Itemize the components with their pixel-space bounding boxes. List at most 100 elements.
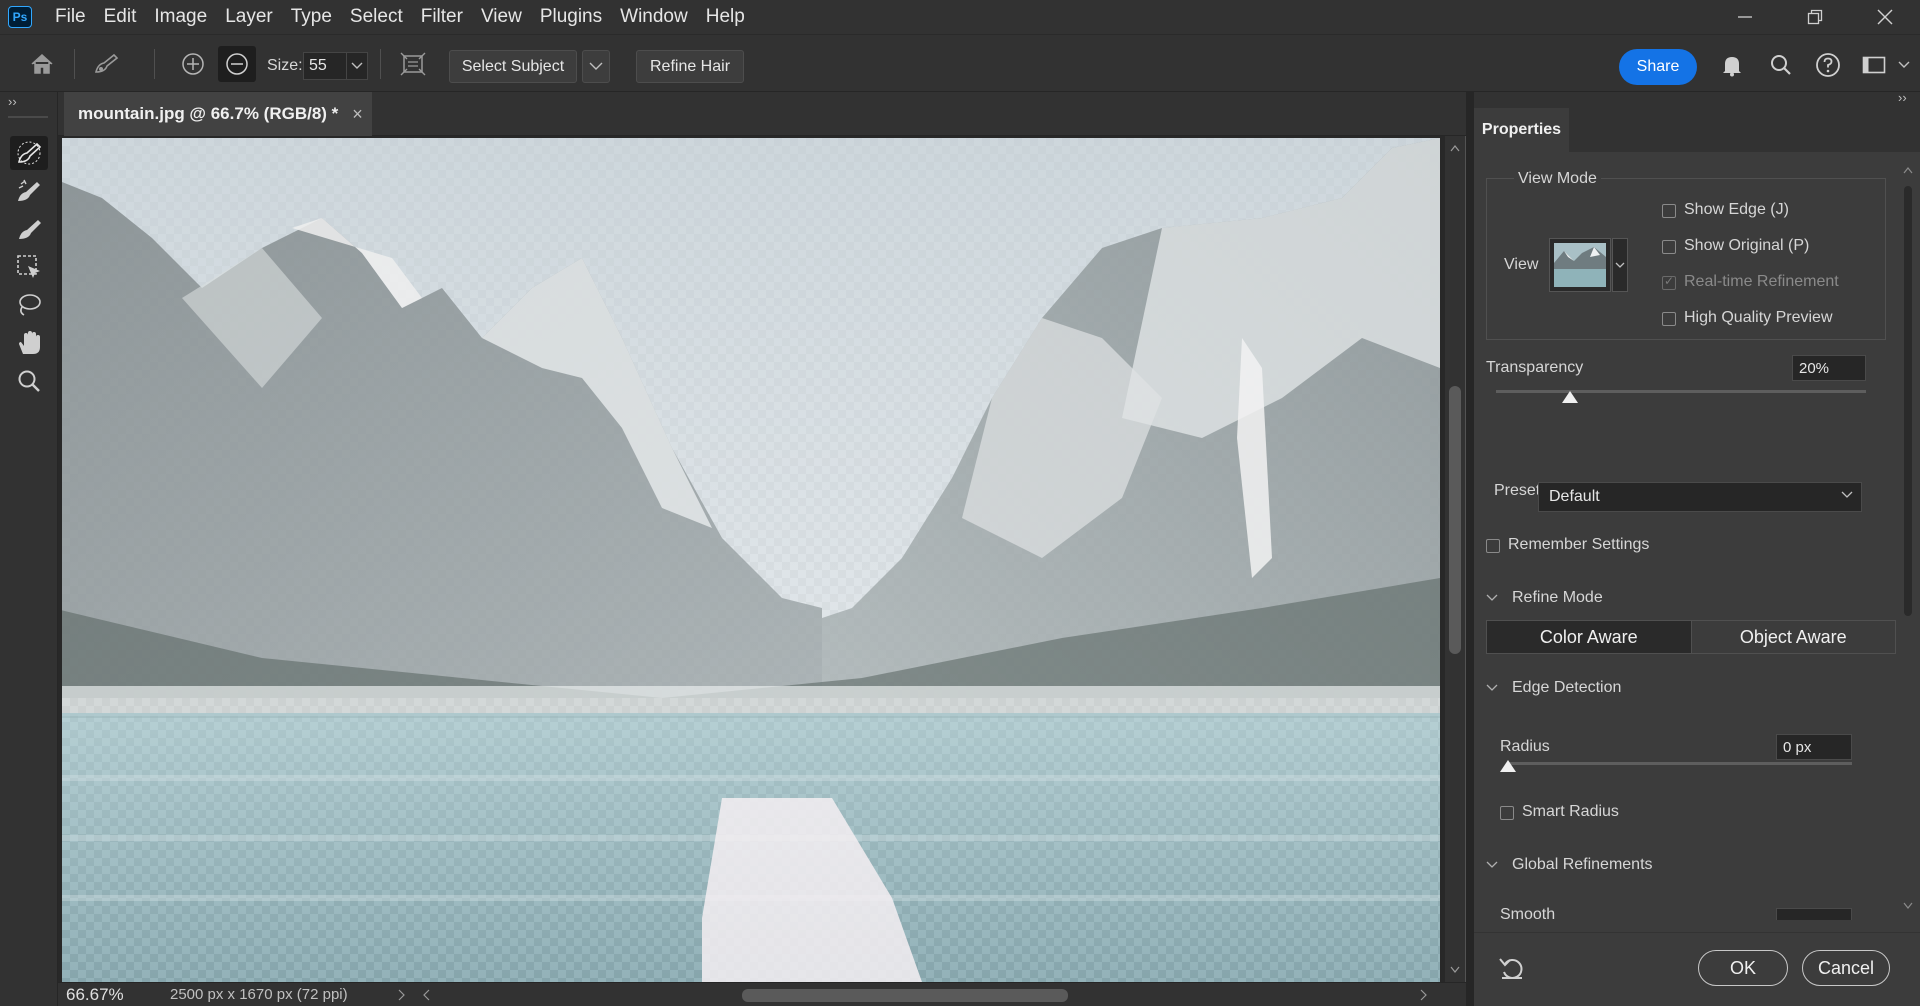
menu-view[interactable]: View — [472, 0, 531, 34]
quick-selection-brush-icon — [94, 53, 119, 73]
reset-button[interactable] — [1496, 953, 1528, 983]
refine-mode-toggle: Color Aware Object Aware — [1486, 620, 1896, 654]
close-window-button[interactable] — [1850, 0, 1920, 34]
menu-help[interactable]: Help — [697, 0, 754, 34]
radius-slider-thumb[interactable] — [1500, 760, 1516, 772]
edge-detection-section-header[interactable]: Edge Detection — [1486, 679, 1621, 697]
show-edge-checkbox[interactable] — [1662, 204, 1676, 218]
preset-select[interactable]: Default — [1538, 482, 1862, 512]
scroll-down-arrow-icon[interactable] — [1450, 966, 1460, 974]
transparency-slider-track[interactable] — [1496, 390, 1866, 393]
show-edge-label: Show Edge (J) — [1684, 201, 1789, 218]
menu-file[interactable]: File — [46, 0, 95, 34]
menu-edit[interactable]: Edit — [95, 0, 146, 34]
collapse-panel-icon[interactable]: ›› — [1898, 90, 1907, 105]
menu-type[interactable]: Type — [282, 0, 341, 34]
tool-object-selection[interactable] — [10, 250, 48, 284]
chevron-right-icon[interactable] — [398, 989, 406, 1001]
close-tab-icon[interactable]: × — [352, 104, 363, 125]
show-original-checkbox[interactable] — [1662, 240, 1676, 254]
tool-hand[interactable] — [10, 326, 48, 360]
sample-all-layers-button[interactable] — [396, 48, 430, 80]
remember-settings-checkbox[interactable] — [1486, 539, 1500, 553]
select-subject-button[interactable]: Select Subject — [449, 50, 577, 83]
size-dropdown-button[interactable] — [346, 52, 368, 80]
view-mode-preview[interactable] — [1549, 238, 1611, 292]
scroll-up-arrow-icon[interactable] — [1450, 144, 1460, 152]
color-aware-button[interactable]: Color Aware — [1487, 621, 1691, 653]
select-subject-dropdown[interactable] — [582, 50, 610, 83]
menu-layer[interactable]: Layer — [216, 0, 282, 34]
object-aware-button[interactable]: Object Aware — [1691, 621, 1895, 653]
menu-filter[interactable]: Filter — [412, 0, 472, 34]
vertical-scroll-thumb[interactable] — [1449, 386, 1461, 654]
tool-brush[interactable] — [10, 212, 48, 246]
bell-icon — [1723, 57, 1741, 77]
panel-scroll-thumb[interactable] — [1904, 186, 1912, 616]
add-to-selection-button[interactable] — [176, 48, 210, 80]
search-button[interactable] — [1765, 49, 1797, 81]
high-quality-preview-checkbox[interactable] — [1662, 312, 1676, 326]
view-mode-dropdown[interactable] — [1612, 238, 1628, 292]
horizontal-scroll-thumb[interactable] — [742, 989, 1068, 1002]
document-tab[interactable]: mountain.jpg @ 66.7% (RGB/8) * × — [64, 92, 372, 136]
scroll-right-arrow-icon[interactable] — [1420, 989, 1428, 1001]
chevron-down-icon — [351, 62, 363, 69]
ok-button[interactable]: OK — [1698, 950, 1788, 986]
tool-zoom[interactable] — [10, 364, 48, 398]
workspace-dropdown[interactable] — [1896, 57, 1912, 73]
radius-slider-track[interactable] — [1508, 762, 1852, 765]
transparency-input[interactable] — [1792, 355, 1866, 381]
chevron-down-icon — [1615, 262, 1625, 268]
document-canvas[interactable] — [62, 138, 1440, 982]
tool-quick-selection[interactable] — [10, 136, 48, 170]
scroll-up-arrow-icon[interactable] — [1903, 166, 1913, 174]
options-bar: Size: Select Subject Refine Hair Share — [0, 34, 1920, 92]
notifications-button[interactable] — [1716, 49, 1748, 81]
tool-refine-edge-brush[interactable] — [10, 174, 48, 208]
transparency-slider-thumb[interactable] — [1562, 391, 1578, 403]
home-button[interactable] — [22, 49, 62, 79]
tool-preset-button[interactable] — [86, 49, 126, 79]
radius-input[interactable] — [1776, 734, 1852, 760]
menu-window[interactable]: Window — [611, 0, 697, 34]
scroll-down-arrow-icon[interactable] — [1903, 902, 1913, 910]
minimize-button[interactable] — [1710, 0, 1780, 34]
subtract-from-selection-button[interactable] — [218, 46, 256, 82]
collapse-toolbar-icon[interactable]: ›› — [8, 94, 17, 109]
tool-lasso[interactable] — [10, 288, 48, 322]
brush-add-icon — [182, 53, 204, 75]
workspace-button[interactable] — [1858, 49, 1890, 81]
panel-scrollbar[interactable] — [1900, 162, 1916, 922]
panel-divider[interactable] — [1466, 92, 1474, 1006]
scroll-left-arrow-icon[interactable] — [422, 989, 430, 1001]
panel-tab-bar: ›› Properties — [1474, 90, 1920, 152]
tab-properties[interactable]: Properties — [1474, 108, 1569, 152]
menu-image[interactable]: Image — [145, 0, 216, 34]
smart-radius-checkbox[interactable] — [1500, 806, 1514, 820]
refine-mode-section-header[interactable]: Refine Mode — [1486, 589, 1603, 607]
cancel-button[interactable]: Cancel — [1802, 950, 1890, 986]
realtime-refinement-checkbox[interactable] — [1662, 274, 1676, 290]
view-mode-label: View Mode — [1514, 170, 1601, 188]
photoshop-logo-icon: Ps — [8, 6, 32, 28]
size-input[interactable] — [303, 52, 347, 80]
refine-hair-button[interactable]: Refine Hair — [636, 50, 744, 83]
show-original-label: Show Original (P) — [1684, 237, 1810, 254]
help-button[interactable] — [1812, 49, 1844, 81]
hand-icon — [19, 331, 40, 354]
menu-plugins[interactable]: Plugins — [531, 0, 611, 34]
restore-button[interactable] — [1780, 0, 1850, 34]
smart-radius-label: Smart Radius — [1522, 803, 1619, 820]
canvas-vertical-scrollbar[interactable] — [1445, 136, 1465, 982]
workspace-icon — [1862, 56, 1886, 74]
chevron-down-icon — [589, 62, 603, 70]
separator — [380, 49, 381, 79]
menu-bar: Ps File Edit Image Layer Type Select Fil… — [0, 0, 1920, 34]
smooth-input[interactable] — [1776, 908, 1852, 920]
zoom-level[interactable]: 66.67% — [66, 985, 156, 1005]
menu-select[interactable]: Select — [341, 0, 412, 34]
share-button[interactable]: Share — [1619, 49, 1697, 85]
reset-icon — [1499, 958, 1523, 979]
global-refinements-section-header[interactable]: Global Refinements — [1486, 856, 1653, 874]
